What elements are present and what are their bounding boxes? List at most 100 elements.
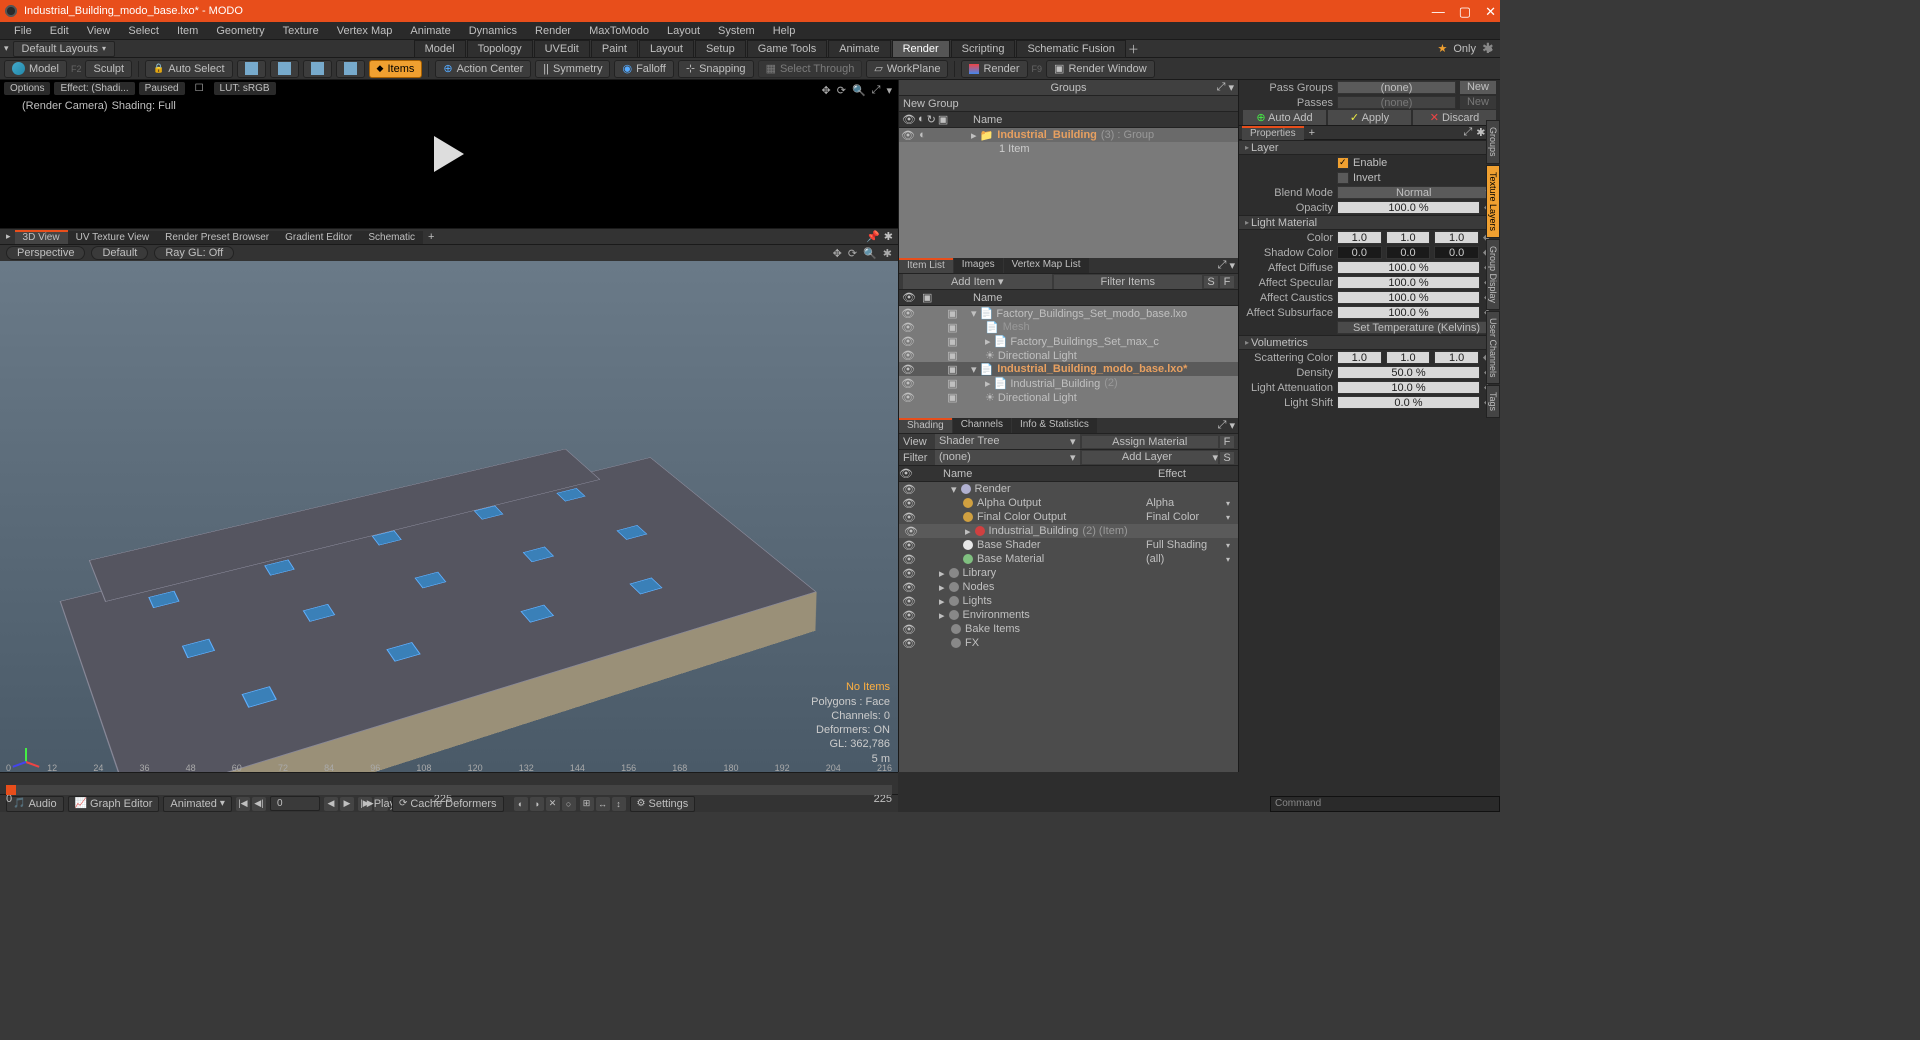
shader-row[interactable]: 👁▸ Environments [899, 608, 1238, 622]
layout-tab-setup[interactable]: Setup [695, 40, 746, 58]
shading-tab-info-&-statistics[interactable]: Info & Statistics [1012, 418, 1097, 433]
lut-checkbox[interactable]: ☐ [189, 82, 210, 95]
menu-dynamics[interactable]: Dynamics [461, 23, 525, 39]
color-b[interactable]: 1.0 [1434, 231, 1479, 244]
render-paused-btn[interactable]: Paused [139, 82, 185, 95]
falloff-button[interactable]: ◉Falloff [614, 60, 673, 78]
menu-item[interactable]: Item [169, 23, 206, 39]
expand-icon[interactable]: ⤢ [872, 84, 881, 97]
shader-tree-dropdown[interactable]: Shader Tree ▾ [935, 434, 1080, 449]
raygl-dropdown[interactable]: Ray GL: Off [154, 246, 234, 260]
gear-icon[interactable]: ✱ [884, 230, 893, 243]
opacity-field[interactable]: 100.0 % [1337, 201, 1480, 214]
menu-vertex-map[interactable]: Vertex Map [329, 23, 401, 39]
axis-gizmo[interactable] [10, 732, 40, 762]
shader-row[interactable]: 👁 FX [899, 636, 1238, 650]
item-row[interactable]: 👁▣ ☀ Directional Light [899, 348, 1238, 362]
affect-subsurface-field[interactable]: 100.0 % [1337, 306, 1480, 319]
symmetry-button[interactable]: ||Symmetry [535, 60, 610, 78]
timeline[interactable]: 0122436486072849610812013214415616818019… [0, 772, 898, 794]
blend-mode-dropdown[interactable]: Normal ▾ [1337, 186, 1496, 199]
side-tab-user-channels[interactable]: User Channels [1486, 311, 1500, 385]
menu-maxtomodo[interactable]: MaxToModo [581, 23, 657, 39]
scatter-g[interactable]: 1.0 [1386, 351, 1431, 364]
new-group-button[interactable]: New Group [899, 96, 1238, 112]
sel-mode-2[interactable] [270, 60, 299, 78]
itemlist-tab-vertex-map-list[interactable]: Vertex Map List [1004, 258, 1089, 273]
discard-button[interactable]: ✕ Discard [1413, 110, 1496, 125]
auto-select-button[interactable]: 🔒Auto Select [145, 60, 232, 78]
menu-system[interactable]: System [710, 23, 763, 39]
shading-tab-shading[interactable]: Shading [899, 418, 952, 433]
refresh-icon[interactable]: ⟳ [837, 84, 846, 97]
assign-material-button[interactable]: Assign Material [1082, 436, 1219, 448]
collapse-icon[interactable]: ▸ [3, 231, 14, 242]
default-layouts-dropdown[interactable]: Default Layouts ▾ [13, 41, 115, 57]
view-tab-render-preset-browser[interactable]: Render Preset Browser [157, 231, 277, 244]
light-atten-field[interactable]: 10.0 % [1337, 381, 1480, 394]
shader-row[interactable]: 👁 Base Material(all)▾ [899, 552, 1238, 566]
render-button[interactable]: Render [961, 60, 1027, 78]
sel-mode-4[interactable] [336, 60, 365, 78]
enable-checkbox[interactable] [1337, 157, 1349, 169]
render-effect-btn[interactable]: Effect: (Shadi... [54, 82, 134, 95]
item-row[interactable]: 👁▣▸ 📄 Industrial_Building (2) [899, 376, 1238, 390]
f-button[interactable]: F [1220, 276, 1234, 288]
layout-tab-schematic fusion[interactable]: Schematic Fusion [1016, 40, 1125, 58]
render-window-button[interactable]: ▣Render Window [1046, 60, 1155, 78]
filter-items-input[interactable]: Filter Items [1054, 275, 1203, 289]
sel-mode-1[interactable] [237, 60, 266, 78]
select-through-button[interactable]: ▦Select Through [758, 60, 863, 78]
expand-icon[interactable]: ⤢ [1217, 81, 1226, 94]
layout-tab-layout[interactable]: Layout [639, 40, 694, 58]
gear-icon[interactable]: ✱ [883, 247, 892, 260]
shadow-r[interactable]: 0.0 [1337, 246, 1382, 259]
layout-tab-topology[interactable]: Topology [467, 40, 533, 58]
render-lut-btn[interactable]: LUT: sRGB [214, 82, 276, 95]
move-icon[interactable]: ✥ [822, 84, 831, 97]
refresh-icon[interactable]: ⟳ [848, 247, 857, 260]
menu-texture[interactable]: Texture [275, 23, 327, 39]
properties-tab[interactable]: Properties [1242, 126, 1304, 140]
density-field[interactable]: 50.0 % [1337, 366, 1480, 379]
action-center-button[interactable]: ⊕Action Center [435, 60, 531, 78]
sel-mode-3[interactable] [303, 60, 332, 78]
shader-row[interactable]: 👁 Base ShaderFull Shading▾ [899, 538, 1238, 552]
render-options-btn[interactable]: Options [4, 82, 50, 95]
add-item-dropdown[interactable]: Add Item ▾ [903, 274, 1052, 289]
maximize-button[interactable]: ▢ [1459, 5, 1471, 18]
menu-view[interactable]: View [79, 23, 119, 39]
scatter-r[interactable]: 1.0 [1337, 351, 1382, 364]
menu-file[interactable]: File [6, 23, 40, 39]
layout-tab-scripting[interactable]: Scripting [951, 40, 1016, 58]
menu-help[interactable]: Help [765, 23, 804, 39]
side-tab-texture-layers[interactable]: Texture Layers [1486, 165, 1500, 238]
shader-row[interactable]: 👁 Final Color OutputFinal Color▾ [899, 510, 1238, 524]
expand-icon[interactable]: ⤢ [1218, 259, 1227, 272]
render-shading-btn[interactable]: Shading: Full [112, 100, 176, 112]
menu-edit[interactable]: Edit [42, 23, 77, 39]
s-button[interactable]: S [1204, 276, 1218, 288]
side-tab-group-display[interactable]: Group Display [1486, 239, 1500, 310]
layout-tab-uvedit[interactable]: UVEdit [534, 40, 590, 58]
layer-section[interactable]: Layer [1239, 140, 1500, 155]
shader-row[interactable]: 👁 Bake Items [899, 622, 1238, 636]
shader-row[interactable]: 👁▾ Render [899, 482, 1238, 496]
shader-row[interactable]: 👁 Alpha OutputAlpha▾ [899, 496, 1238, 510]
workplane-button[interactable]: ▱WorkPlane [866, 60, 948, 78]
layout-tab-render[interactable]: Render [892, 40, 950, 58]
shadow-b[interactable]: 0.0 [1434, 246, 1479, 259]
items-button[interactable]: ◆Items [369, 60, 423, 78]
layout-tab-animate[interactable]: Animate [828, 40, 890, 58]
color-g[interactable]: 1.0 [1386, 231, 1431, 244]
add-layout-button[interactable]: ＋ [1128, 41, 1139, 57]
item-row[interactable]: 👁▣ 📄 Mesh [899, 320, 1238, 334]
pass-groups-dropdown[interactable]: (none) [1337, 81, 1456, 94]
itemlist-tab-images[interactable]: Images [954, 258, 1003, 273]
new-passgroup-button[interactable]: New [1460, 81, 1496, 94]
menu-layout[interactable]: Layout [659, 23, 708, 39]
expand-icon[interactable]: ⤢ [1463, 126, 1472, 139]
gear-icon[interactable]: ✱ [1476, 126, 1485, 139]
3d-viewport[interactable]: No Items Polygons : Face Channels: 0 Def… [0, 261, 898, 772]
item-row[interactable]: 👁▣▾ 📄 Industrial_Building_modo_base.lxo* [899, 362, 1238, 376]
